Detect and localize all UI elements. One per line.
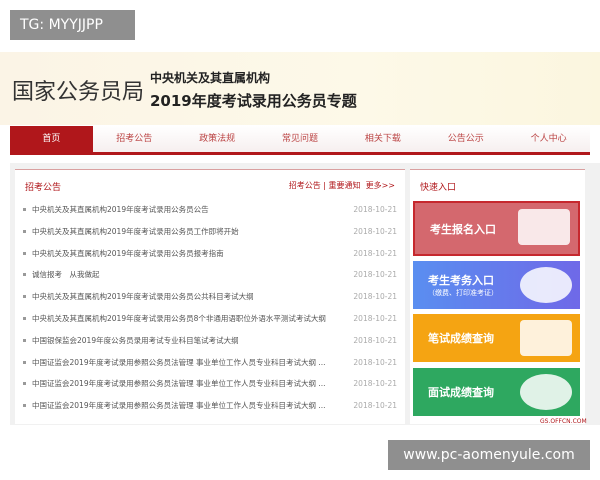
notices-tab-links[interactable]: 招考公告 | 重要通知	[289, 181, 361, 190]
nav-personal-center[interactable]: 个人中心	[507, 126, 590, 152]
bullet-icon	[23, 404, 26, 408]
monitor-search-icon	[520, 320, 572, 356]
notices-title: 招考公告	[25, 183, 62, 193]
nav-announcements[interactable]: 招考公告	[93, 126, 176, 152]
notice-title[interactable]: 中国证监会2019年度考试录用参照公务员法管理 事业单位工作人员专业科目考试大纲…	[32, 358, 326, 367]
notice-title[interactable]: 中国银保监会2019年度公务员录用考试专业科目笔试考试大纲	[32, 336, 239, 345]
site-header: 国家公务员局 中央机关及其直属机构 2019年度考试录用公务员专题	[0, 52, 600, 125]
quick-entry-title: 快速入口	[420, 183, 457, 193]
notice-item[interactable]: 中国证监会2019年度考试录用参照公务员法管理 事业单位工作人员专业科目考试大纲…	[23, 374, 397, 394]
registration-entry-card[interactable]: 考生报名入口	[413, 201, 580, 256]
notice-title[interactable]: 中国证监会2019年度考试录用参照公务员法管理 事业单位工作人员专业科目考试大纲…	[32, 379, 326, 388]
notice-title[interactable]: 中央机关及其直属机构2019年度考试录用公务员8个非通用语职位外语水平测试考试大…	[32, 314, 326, 323]
notice-item[interactable]: 中国证监会2019年度考试录用参照公务员法管理 事业单位工作人员专业科目考试大纲…	[23, 396, 397, 416]
corner-mark: GS.OFFCN.COM	[540, 418, 587, 425]
site-logo[interactable]: 国家公务员局	[12, 74, 144, 106]
notice-title[interactable]: 中央机关及其直属机构2019年度考试录用公务员公告	[32, 205, 209, 214]
notice-title[interactable]: 诚信报考 从我做起	[32, 270, 100, 279]
nav-downloads[interactable]: 相关下载	[341, 126, 424, 152]
notice-item[interactable]: 中央机关及其直属机构2019年度考试录用公务员8个非通用语职位外语水平测试考试大…	[23, 309, 397, 329]
notice-date: 2018-10-21	[353, 401, 397, 411]
nav-home[interactable]: 首页	[10, 126, 93, 152]
notice-item[interactable]: 诚信报考 从我做起 2018-10-21	[23, 265, 397, 285]
notice-title[interactable]: 中央机关及其直属机构2019年度考试录用公务员公共科目考试大纲	[32, 292, 254, 301]
bullet-icon	[23, 229, 26, 233]
mascot-icon	[520, 374, 572, 410]
header-title: 2019年度考试录用公务员专题	[150, 92, 357, 110]
notice-date: 2018-10-21	[353, 270, 397, 280]
notice-item[interactable]: 中央机关及其直属机构2019年度考试录用公务员工作即将开始 2018-10-21	[23, 222, 397, 242]
notice-title[interactable]: 中央机关及其直属机构2019年度考试录用公务员报考指南	[32, 249, 224, 258]
bullet-icon	[23, 295, 26, 299]
notice-date: 2018-10-21	[353, 379, 397, 389]
notice-item[interactable]: 中央机关及其直属机构2019年度考试录用公务员报考指南 2018-10-21	[23, 244, 397, 264]
watermark: www.pc-aomenyule.com	[388, 440, 590, 470]
notice-date: 2018-10-21	[353, 248, 397, 258]
more-link[interactable]: 更多>>	[366, 181, 395, 190]
notice-date: 2018-10-21	[353, 205, 397, 214]
overlay-badge: TG: MYYJJPP	[10, 10, 135, 40]
notice-item[interactable]: 中国证监会2019年度考试录用参照公务员法管理 事业单位工作人员专业科目考试大纲…	[23, 353, 397, 373]
notice-item[interactable]: 中央机关及其直属机构2019年度考试录用公务员公告 2018-10-21	[23, 200, 397, 220]
notices-panel: 招考公告 招考公告 | 重要通知 更多>> 中央机关及其直属机构2019年度考试…	[15, 169, 405, 424]
main-nav: 首页 招考公告 政策法规 常见问题 相关下载 公告公示 个人中心	[10, 126, 590, 155]
notice-date: 2018-10-21	[353, 226, 397, 236]
quick-entry-panel: 快速入口 考生报名入口 考生考务入口 （缴费、打印准考证） 笔试成绩查询 面试成绩…	[410, 169, 585, 424]
form-illustration-icon	[518, 209, 570, 245]
bullet-icon	[23, 360, 26, 364]
notice-title[interactable]: 中央机关及其直属机构2019年度考试录用公务员工作即将开始	[32, 227, 239, 236]
notice-date: 2018-10-21	[353, 292, 397, 302]
bullet-icon	[23, 382, 26, 386]
person-computer-icon	[520, 267, 572, 303]
notice-date: 2018-10-21	[353, 314, 397, 323]
nav-notices[interactable]: 公告公示	[424, 126, 507, 152]
notice-date: 2018-10-21	[353, 335, 397, 345]
notice-title[interactable]: 中国证监会2019年度考试录用参照公务员法管理 事业单位工作人员专业科目考试大纲…	[32, 401, 326, 410]
bullet-icon	[23, 317, 26, 320]
bullet-icon	[23, 338, 26, 342]
exam-affairs-entry-card[interactable]: 考生考务入口 （缴费、打印准考证）	[413, 261, 580, 309]
nav-faq[interactable]: 常见问题	[259, 126, 342, 152]
notice-date: 2018-10-21	[353, 357, 397, 367]
bullet-icon	[23, 251, 26, 255]
nav-policies[interactable]: 政策法规	[176, 126, 259, 152]
written-score-card[interactable]: 笔试成绩查询	[413, 314, 580, 362]
notice-item[interactable]: 中央机关及其直属机构2019年度考试录用公务员公共科目考试大纲 2018-10-2…	[23, 287, 397, 307]
interview-score-card[interactable]: 面试成绩查询	[413, 368, 580, 416]
bullet-icon	[23, 208, 26, 211]
header-subtitle: 中央机关及其直属机构	[150, 71, 271, 85]
notice-item[interactable]: 中国银保监会2019年度公务员录用考试专业科目笔试考试大纲 2018-10-21	[23, 331, 397, 351]
bullet-icon	[23, 273, 26, 277]
